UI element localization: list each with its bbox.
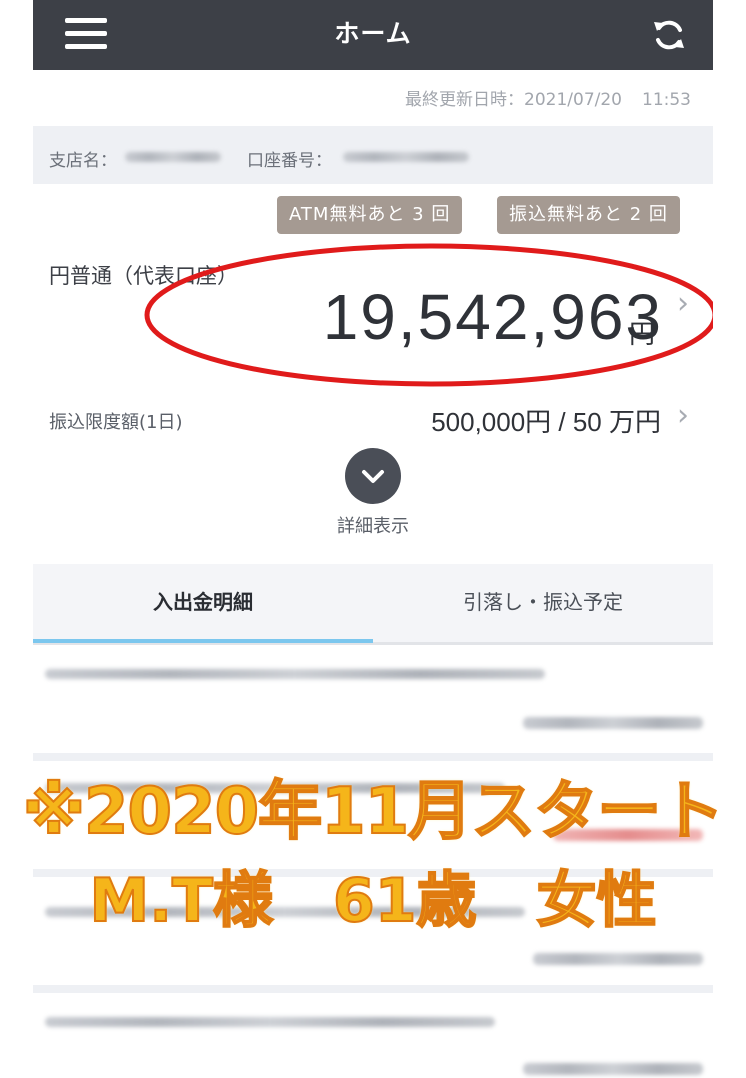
tabs: 入出金明細 引落し・振込予定 <box>33 564 713 645</box>
transfer-limit-value: 500,000円 / 50 万円 <box>431 407 661 437</box>
expand-details-label: 詳細表示 <box>337 516 409 537</box>
branch-label: 支店名： <box>49 151 117 171</box>
chevron-right-icon: › <box>677 398 689 433</box>
chevron-down-icon <box>362 470 384 483</box>
last-updated: 最終更新日時：2021/07/20 11:53 <box>33 70 713 126</box>
last-updated-time: 11:53 <box>642 90 691 110</box>
branch-name-redacted <box>125 152 221 162</box>
transfer-limit-row[interactable]: 振込限度額(1日) 500,000円 / 50 万円 › <box>33 398 713 442</box>
account-number-redacted <box>343 152 469 162</box>
account-number-label: 口座番号： <box>247 151 332 171</box>
last-updated-label: 最終更新日時： <box>405 90 525 110</box>
overlay-customer-info: M.T様 61歳 女性 <box>89 865 658 937</box>
list-item[interactable] <box>33 645 713 761</box>
tab-scheduled[interactable]: 引落し・振込予定 <box>373 564 713 642</box>
red-highlight-ellipse <box>144 243 713 387</box>
tab-transactions[interactable]: 入出金明細 <box>33 564 373 642</box>
active-tab-indicator <box>33 639 373 643</box>
account-info-row: 支店名： 口座番号： <box>33 126 713 184</box>
expand-details-button[interactable] <box>345 448 401 504</box>
page-title: ホーム <box>334 19 412 48</box>
list-item[interactable] <box>33 993 713 1078</box>
overlay-start-date: ※2020年11月スタート <box>22 774 725 850</box>
refresh-icon[interactable] <box>651 17 687 53</box>
account-card: ATM無料あと 3 回 振込無料あと 2 回 円普通（代表口座） 19,542,… <box>33 184 713 564</box>
last-updated-date: 2021/07/20 <box>524 90 622 110</box>
app-header: ホーム <box>33 0 713 70</box>
transfer-limit-label: 振込限度額(1日) <box>49 412 183 433</box>
